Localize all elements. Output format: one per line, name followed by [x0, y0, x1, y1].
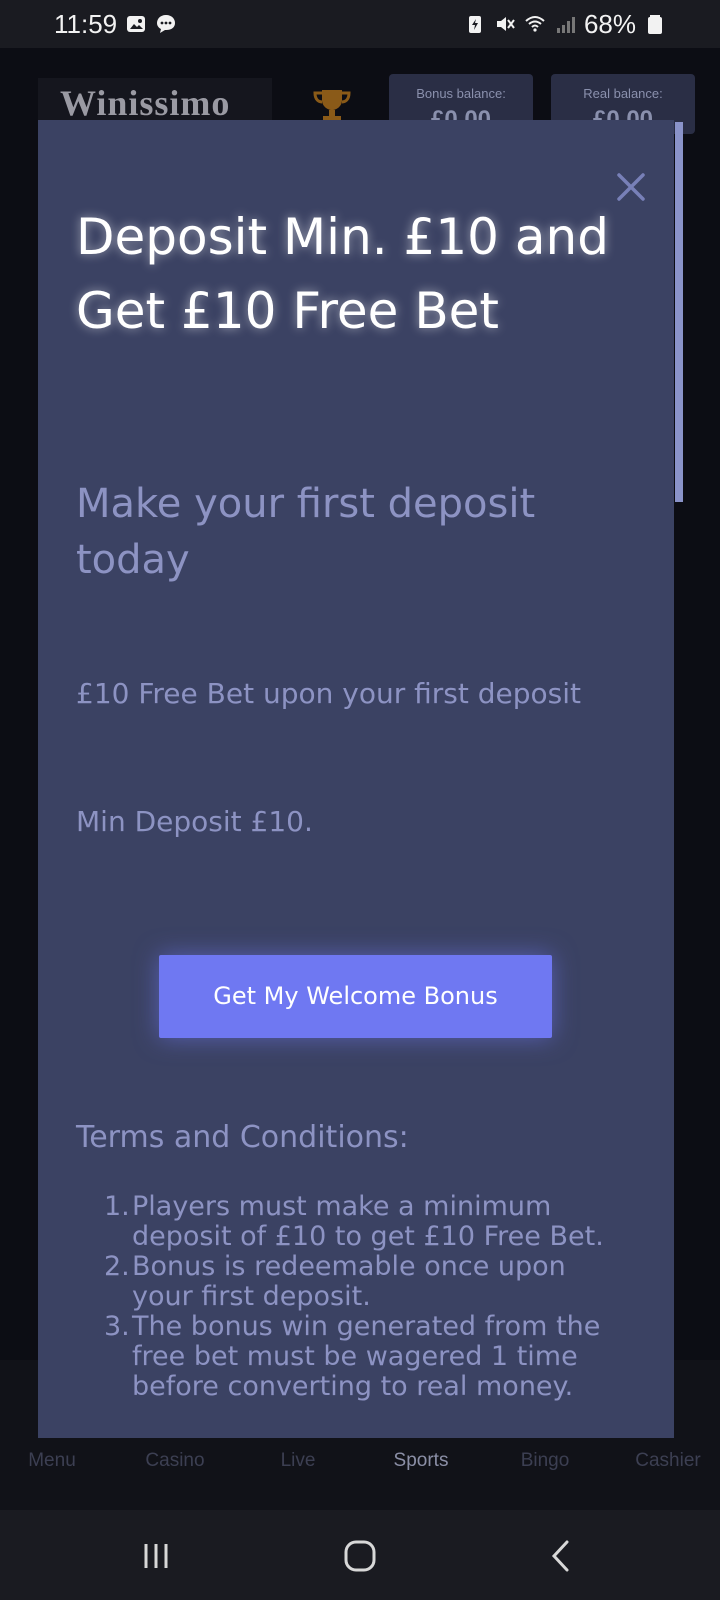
bonus-balance-label: Bonus balance: — [416, 86, 506, 101]
terms-list: 1. Players must make a minimum deposit of… — [104, 1192, 624, 1402]
battery-percent: 68% — [583, 8, 636, 39]
terms-heading: Terms and Conditions: — [76, 1120, 409, 1155]
site-logo[interactable]: Winissimo — [60, 82, 230, 124]
battery-saver-icon — [468, 16, 481, 33]
modal-title: Deposit Min. £10 and Get £10 Free Bet — [76, 208, 609, 340]
mute-icon — [496, 17, 515, 31]
modal-subtitle: Make your first deposit today — [76, 481, 536, 583]
tab-cashier[interactable]: Cashier — [635, 1450, 700, 1472]
message-icon — [157, 15, 176, 33]
status-time: 11:59 — [54, 8, 118, 39]
get-welcome-bonus-button[interactable]: Get My Welcome Bonus — [159, 955, 552, 1038]
tab-menu[interactable]: Menu — [28, 1450, 76, 1472]
free-bet-text: £10 Free Bet upon your first deposit — [76, 677, 581, 710]
battery-icon — [648, 15, 662, 34]
list-item: 1. Players must make a minimum deposit of… — [104, 1191, 604, 1252]
gallery-icon — [127, 16, 146, 32]
wifi-icon — [525, 16, 545, 32]
recent-apps-icon[interactable] — [136, 1536, 176, 1576]
tab-sports[interactable]: Sports — [394, 1450, 449, 1472]
tab-live[interactable]: Live — [281, 1450, 316, 1472]
back-icon[interactable] — [542, 1536, 582, 1576]
tab-bingo[interactable]: Bingo — [521, 1450, 570, 1472]
list-item: 2. Bonus is redeemable once upon your fir… — [104, 1251, 566, 1312]
signal-icon — [556, 17, 575, 33]
list-item: 3. The bonus win generated from the free … — [104, 1311, 601, 1402]
trophy-icon[interactable] — [312, 88, 352, 124]
min-deposit-text: Min Deposit £10. — [76, 805, 313, 838]
modal-scrollbar[interactable] — [675, 122, 683, 502]
tab-casino[interactable]: Casino — [145, 1450, 204, 1472]
real-balance-label: Real balance: — [583, 86, 663, 101]
status-bar: 11:59 68% — [0, 0, 720, 48]
home-icon[interactable] — [340, 1536, 380, 1576]
close-icon[interactable] — [614, 170, 648, 204]
